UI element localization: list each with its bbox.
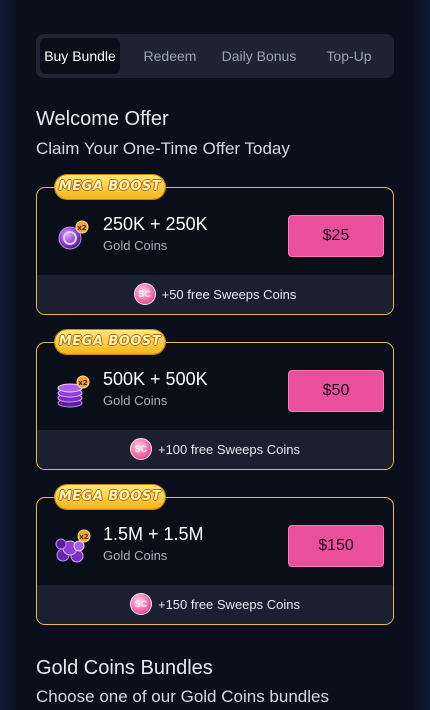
bonus-row: SC +100 free Sweeps Coins bbox=[37, 430, 393, 469]
buy-50-button[interactable]: $50 bbox=[288, 370, 384, 412]
coin-pile-x2-icon: x2 bbox=[55, 526, 91, 566]
bundles-title: Gold Coins Bundles bbox=[36, 657, 213, 679]
bundles-subtitle: Choose one of our Gold Coins bundles bbox=[36, 687, 329, 706]
bonus-text: +50 free Sweeps Coins bbox=[161, 286, 297, 302]
mega-boost-badge: MEGA BOOST bbox=[55, 330, 165, 354]
sweeps-coin-icon: SC bbox=[129, 437, 152, 460]
svg-text:x2: x2 bbox=[78, 379, 88, 387]
offer-currency: Gold Coins bbox=[103, 548, 168, 563]
bonus-text: +100 free Sweeps Coins bbox=[157, 441, 300, 457]
offer-amount: 1.5M + 1.5M bbox=[103, 524, 204, 544]
bonus-text: +150 free Sweeps Coins bbox=[157, 596, 300, 612]
tab-daily-bonus[interactable]: Daily Bonus bbox=[214, 38, 304, 74]
page: Buy Bundle Redeem Daily Bonus Top-Up Wel… bbox=[0, 0, 430, 710]
offer-card: MEGA BOOST x2 1.5M + 1.5M Gold Coins $15… bbox=[36, 485, 394, 625]
buy-25-button[interactable]: $25 bbox=[288, 215, 384, 257]
tab-redeem[interactable]: Redeem bbox=[130, 38, 210, 74]
buy-150-button[interactable]: $150 bbox=[288, 525, 384, 567]
svg-text:x2: x2 bbox=[79, 533, 89, 541]
mega-boost-badge: MEGA BOOST bbox=[55, 485, 165, 509]
coin-stack-x2-icon: x2 bbox=[55, 371, 91, 411]
tab-buy-bundle[interactable]: Buy Bundle bbox=[40, 38, 120, 74]
sweeps-coin-icon: SC bbox=[129, 592, 152, 615]
offer-card: MEGA BOOST x2 250K + 250K Gold Coins $25 bbox=[36, 175, 394, 315]
offer-amount: 250K + 250K bbox=[103, 214, 208, 234]
offer-currency: Gold Coins bbox=[103, 393, 168, 408]
bonus-row: SC +150 free Sweeps Coins bbox=[37, 585, 393, 624]
svg-text:x2: x2 bbox=[77, 224, 87, 232]
tab-top-up[interactable]: Top-Up bbox=[312, 38, 386, 74]
bonus-row: SC +50 free Sweeps Coins bbox=[37, 275, 393, 314]
offer-card: MEGA BOOST x2 500K + 500K Gold Coins $50… bbox=[36, 330, 394, 470]
sweeps-coin-icon: SC bbox=[133, 282, 156, 305]
mega-boost-badge: MEGA BOOST bbox=[55, 175, 165, 199]
gold-coin-x2-icon: x2 bbox=[55, 216, 91, 256]
offer-amount: 500K + 500K bbox=[103, 369, 208, 389]
tab-bar: Buy Bundle Redeem Daily Bonus Top-Up bbox=[36, 34, 394, 78]
welcome-title: Welcome Offer bbox=[36, 108, 169, 130]
offer-currency: Gold Coins bbox=[103, 238, 168, 253]
welcome-subtitle: Claim Your One-Time Offer Today bbox=[36, 139, 290, 158]
